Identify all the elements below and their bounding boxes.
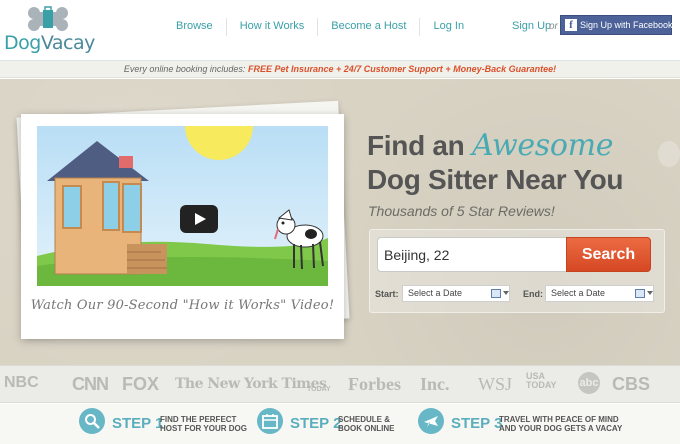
video-polaroid: Watch Our 90-Second "How it Works" Video… xyxy=(21,114,344,339)
press-logo-forbes: Forbes xyxy=(348,374,401,394)
start-date-label: Start: xyxy=(375,289,399,299)
dog-bone-logo-icon xyxy=(28,6,68,31)
press-logos-bar: NBC CNN FOX The New York Times TODAY For… xyxy=(0,365,680,403)
calendar-icon xyxy=(257,408,283,434)
press-logo-cbs: CBS xyxy=(612,374,651,394)
step-3-description: Travel with peace of mind and your dog ge… xyxy=(499,415,623,433)
step-2-title: STEP 2 xyxy=(290,415,342,432)
promo-guarantee: Money-Back Guarantee! xyxy=(453,64,557,74)
promo-insurance: FREE Pet Insurance xyxy=(247,64,334,74)
press-logo-wsj: WSJ xyxy=(478,374,513,394)
video-caption[interactable]: Watch Our 90-Second "How it Works" Video… xyxy=(21,298,344,313)
promo-separator-2: + xyxy=(445,64,451,74)
search-button[interactable]: Search xyxy=(566,237,651,272)
nav-become-a-host[interactable]: Become a Host xyxy=(317,18,419,36)
logo-link[interactable]: DogVacay xyxy=(4,4,95,54)
step-1-title: STEP 1 xyxy=(112,415,164,432)
headline-line-1: Find an Awesome xyxy=(367,128,614,163)
facebook-signup-button[interactable]: f Sign Up with Facebook xyxy=(560,15,673,35)
headline-line-2: Dog Sitter Near You xyxy=(367,164,624,195)
step-3-title: STEP 3 xyxy=(451,415,503,432)
end-date-picker[interactable]: Select a Date xyxy=(545,285,654,302)
end-date-label: End: xyxy=(523,289,543,299)
nav-how-it-works[interactable]: How it Works xyxy=(225,18,318,36)
press-logo-abc: abc xyxy=(578,372,600,394)
how-it-works-video[interactable] xyxy=(37,126,328,286)
nav-browse[interactable]: Browse xyxy=(163,18,226,36)
facebook-icon: f xyxy=(565,19,577,31)
start-date-picker[interactable]: Select a Date xyxy=(402,285,510,302)
press-logo-inc: Inc. xyxy=(420,374,450,394)
or-text: or xyxy=(549,21,558,32)
promo-bar: Every online booking includes: FREE Pet … xyxy=(0,60,680,78)
how-it-works-steps: STEP 1 Find the perfect host for your dog… xyxy=(0,404,680,444)
hero-section: Watch Our 90-Second "How it Works" Video… xyxy=(0,79,680,365)
step-1-description: Find the perfect host for your dog xyxy=(160,415,247,433)
promo-support: 24/7 Customer Support xyxy=(343,64,443,74)
promo-separator-1: + xyxy=(336,64,342,74)
main-nav: Browse How it Works Become a Host Log In xyxy=(163,18,477,36)
headline-awesome: Awesome xyxy=(471,128,614,163)
airplane-icon xyxy=(418,408,444,434)
brand-name: DogVacay xyxy=(4,32,95,54)
facebook-signup-label: Sign Up with Facebook xyxy=(580,20,673,30)
press-logo-cnn: CNN xyxy=(72,374,109,394)
chevron-down-icon xyxy=(503,291,509,295)
press-logo-today: TODAY xyxy=(307,386,331,393)
press-logo-fox: FOX xyxy=(122,374,160,394)
nav-log-in[interactable]: Log In xyxy=(419,18,477,36)
chevron-down-icon xyxy=(647,291,653,295)
header: DogVacay Browse How it Works Become a Ho… xyxy=(0,0,680,58)
press-logo-usa-today: USA TODAY xyxy=(526,371,557,390)
press-logo-nbc: NBC xyxy=(4,374,39,391)
play-button[interactable] xyxy=(180,205,218,233)
location-search-input[interactable] xyxy=(377,237,567,272)
calendar-icon xyxy=(635,289,645,298)
calendar-icon xyxy=(491,289,501,298)
promo-prefix: Every online booking includes: xyxy=(123,64,246,74)
search-icon xyxy=(79,408,105,434)
press-logo-nyt: The New York Times xyxy=(175,376,327,392)
sign-up-link[interactable]: Sign Up xyxy=(512,20,551,32)
paw-print-decoration xyxy=(658,141,680,167)
hero-subhead: Thousands of 5 Star Reviews! xyxy=(368,203,555,219)
